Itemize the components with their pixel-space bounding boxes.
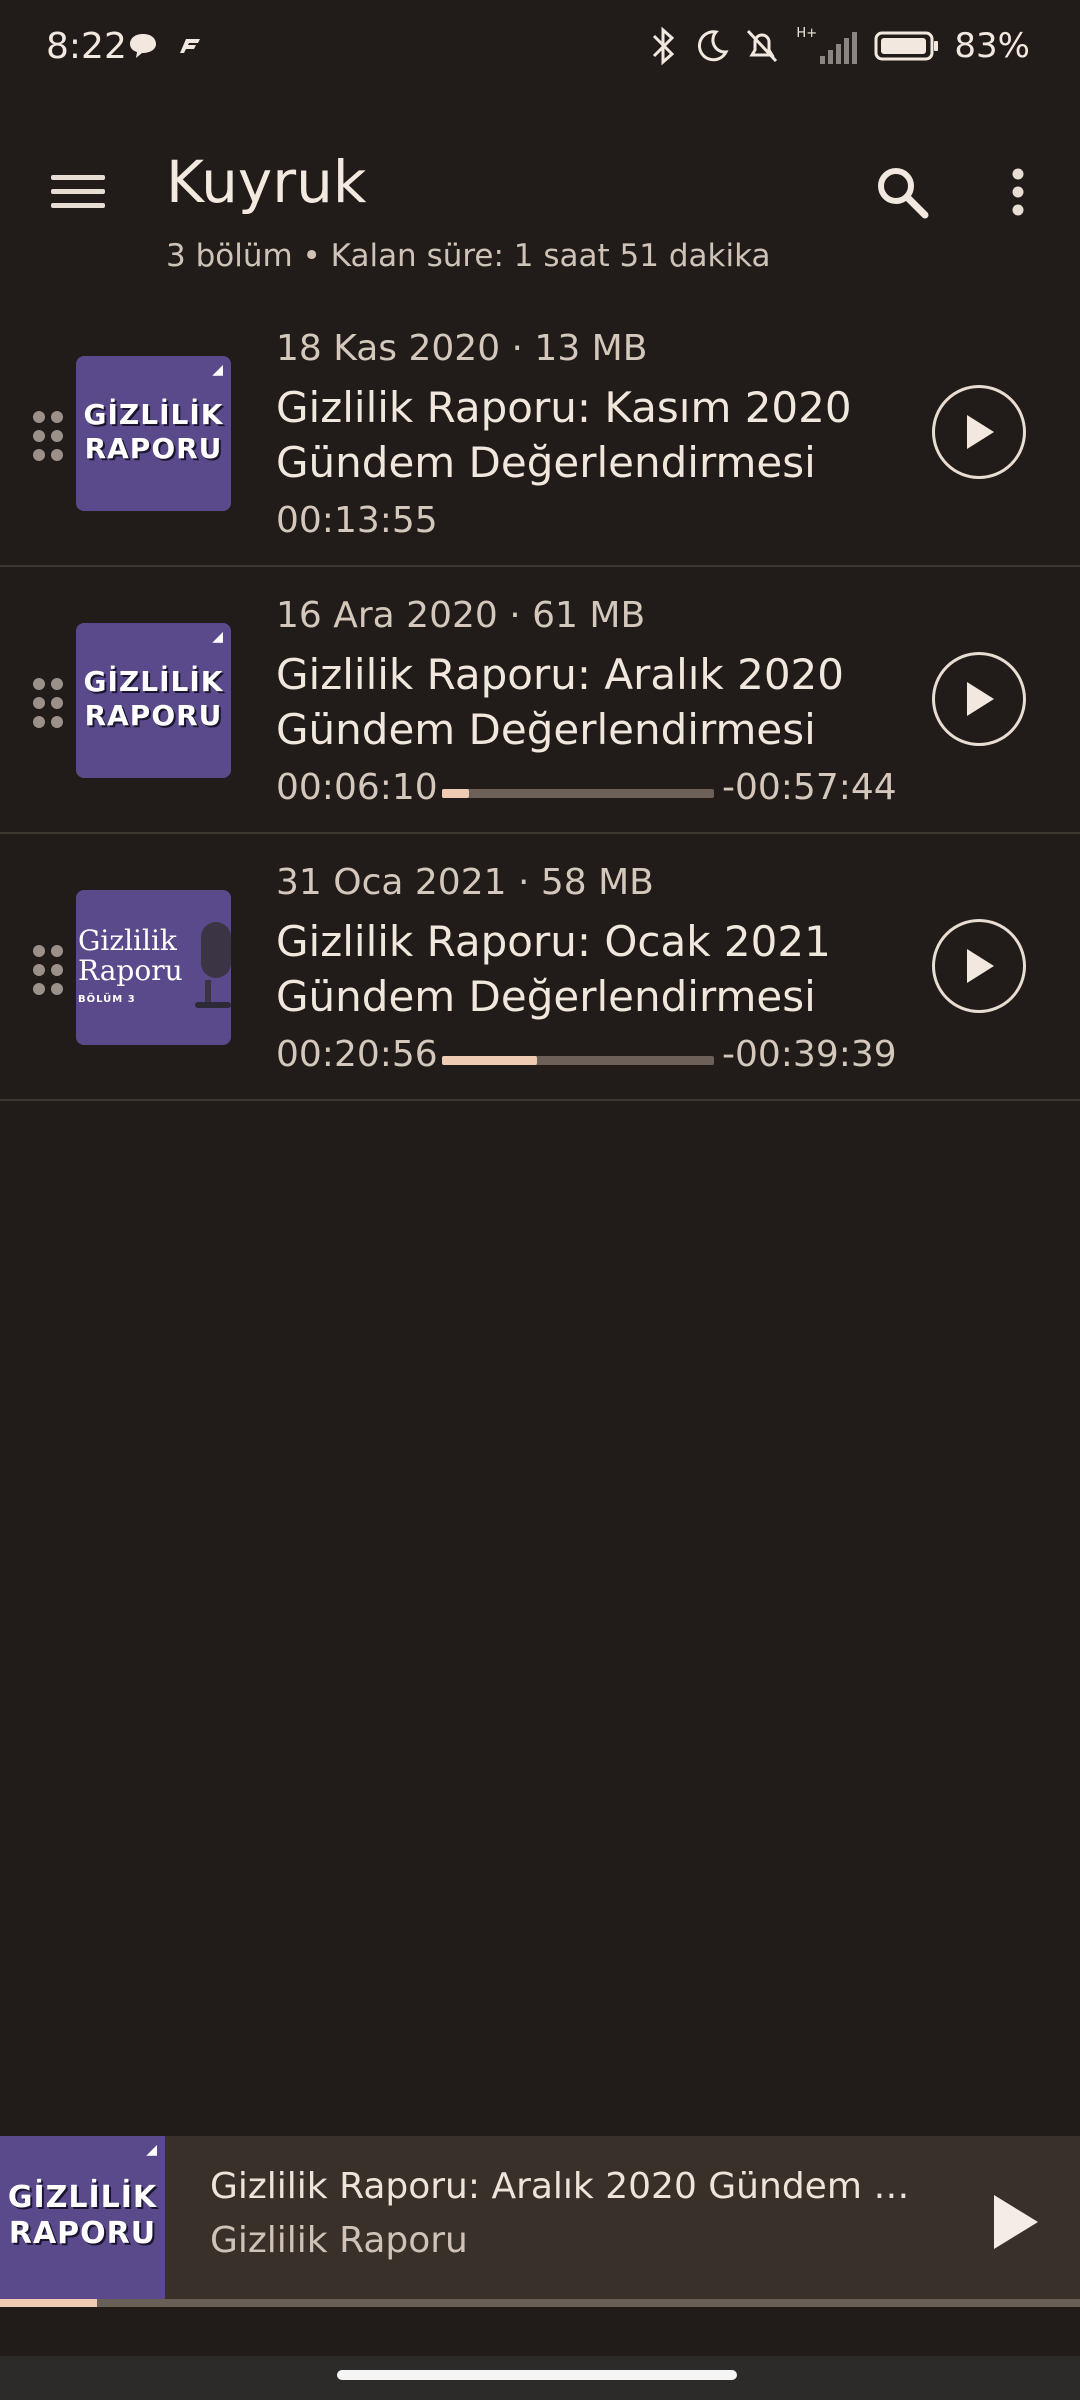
muted-bell-icon: [747, 29, 778, 63]
podcast-logo-icon: ◢: [212, 362, 223, 378]
queue-list: ◢ GİZLİLİK RAPORU 18 Kas 2020 · 13 MB Gi…: [0, 300, 1080, 1101]
episode-elapsed: 00:06:10: [276, 767, 438, 808]
episode-remaining: -00:39:39: [722, 1034, 897, 1075]
episode-elapsed: 00:20:56: [276, 1034, 438, 1075]
app-bar: Kuyruk 3 bölüm • Kalan süre: 1 saat 51 d…: [0, 120, 1080, 290]
queue-item[interactable]: ◢ GİZLİLİK RAPORU 18 Kas 2020 · 13 MB Gi…: [0, 300, 1080, 567]
cover-title: GİZLİLİK RAPORU: [83, 398, 224, 465]
more-vert-icon: [1012, 168, 1024, 216]
episode-title: Gizlilik Raporu: Kasım 2020 Gündem Değer…: [276, 383, 852, 487]
drag-handle[interactable]: [30, 410, 66, 462]
play-button[interactable]: [932, 652, 1026, 746]
app-notification-icon: [180, 39, 200, 53]
cover-title: Gizlilik Raporu: [78, 924, 183, 987]
episode-remaining: -00:57:44: [722, 767, 897, 808]
episode-title: Gizlilik Raporu: Aralık 2020 Gündem Değe…: [276, 650, 844, 754]
episode-progress-bar: [442, 789, 714, 798]
episode-cover: Gizlilik Raporu BÖLÜM 3: [76, 890, 231, 1045]
do-not-disturb-moon-icon: [698, 30, 729, 62]
queue-summary: 3 bölüm • Kalan süre: 1 saat 51 dakika: [166, 238, 771, 274]
status-time: 8:22: [46, 26, 127, 67]
episode-progress-fill: [442, 1056, 538, 1065]
podcast-logo-icon: ◢: [212, 629, 223, 645]
drag-handle[interactable]: [30, 677, 66, 729]
episode-title: Gizlilik Raporu: Ocak 2021 Gündem Değerl…: [276, 917, 831, 1021]
battery-percentage: 83%: [954, 26, 1030, 66]
queue-item[interactable]: ◢ GİZLİLİK RAPORU 16 Ara 2020 · 61 MB Gi…: [0, 567, 1080, 834]
episode-progress-bar: [442, 1056, 714, 1065]
play-button[interactable]: [932, 385, 1026, 479]
cover-title: GİZLİLİK RAPORU: [83, 665, 224, 732]
menu-button[interactable]: [42, 156, 114, 228]
episode-meta: 31 Oca 2021 · 58 MB: [276, 862, 654, 903]
chat-bubble-icon: [130, 34, 156, 58]
play-icon: [967, 682, 994, 716]
cover-episode-label: BÖLÜM 3: [78, 994, 136, 1005]
battery-icon: [874, 31, 939, 61]
mini-player-play-button[interactable]: [974, 2182, 1054, 2262]
episode-progress-fill: [442, 789, 470, 798]
status-bar: 8:22 H+ 83%: [0, 0, 1080, 100]
home-indicator[interactable]: [337, 2370, 737, 2380]
more-options-button[interactable]: [982, 156, 1054, 228]
episode-meta: 18 Kas 2020 · 13 MB: [276, 328, 648, 369]
cellular-signal-icon: [820, 32, 858, 64]
bluetooth-icon: [653, 26, 675, 66]
mini-player-cover: ◢ GİZLİLİK RAPORU: [0, 2136, 165, 2301]
drag-handle[interactable]: [30, 944, 66, 996]
queue-item[interactable]: Gizlilik Raporu BÖLÜM 3 31 Oca 2021 · 58…: [0, 834, 1080, 1101]
mini-player-progress-bar: [0, 2299, 1080, 2307]
episode-duration: 00:13:55: [276, 500, 438, 541]
play-icon: [994, 2195, 1038, 2249]
mini-player[interactable]: ◢ GİZLİLİK RAPORU Gizlilik Raporu: Aralı…: [0, 2136, 1080, 2307]
hamburger-menu-icon: [51, 175, 105, 208]
mini-player-title: Gizlilik Raporu: Aralık 2020 Gündem Değe…: [210, 2166, 930, 2207]
episode-cover: ◢ GİZLİLİK RAPORU: [76, 623, 231, 778]
microphone-icon: [195, 922, 231, 1008]
drag-handle-icon: [33, 411, 63, 461]
play-button[interactable]: [932, 919, 1026, 1013]
episode-meta: 16 Ara 2020 · 61 MB: [276, 595, 646, 636]
page-title: Kuyruk: [166, 148, 367, 216]
play-icon: [967, 415, 994, 449]
signal-indicator: H+: [794, 26, 860, 66]
episode-cover: ◢ GİZLİLİK RAPORU: [76, 356, 231, 511]
podcast-logo-icon: ◢: [146, 2142, 157, 2158]
mini-cover-title: GİZLİLİK RAPORU: [7, 2180, 158, 2251]
mini-player-podcast: Gizlilik Raporu: [210, 2220, 468, 2261]
search-icon: [878, 168, 929, 219]
mini-player-progress-fill: [0, 2299, 98, 2307]
play-icon: [967, 949, 994, 983]
drag-handle-icon: [33, 945, 63, 995]
drag-handle-icon: [33, 678, 63, 728]
system-navigation-bar: [0, 2356, 1080, 2400]
search-button[interactable]: [866, 156, 938, 228]
